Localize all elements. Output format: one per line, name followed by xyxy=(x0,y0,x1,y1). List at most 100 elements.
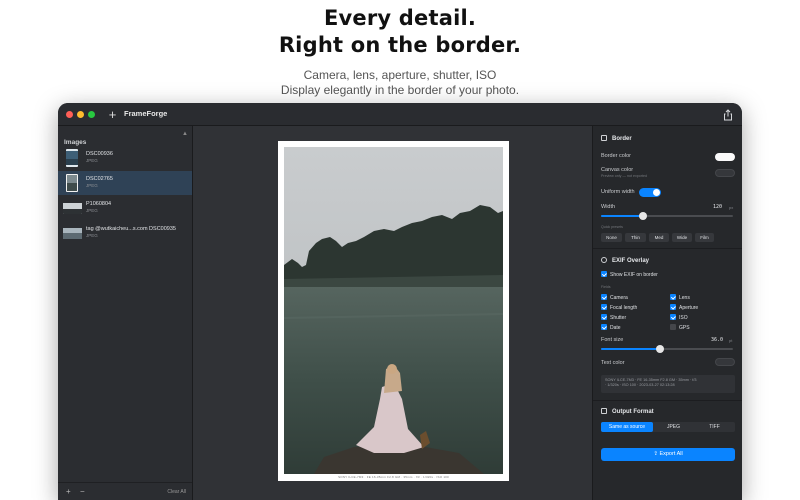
output-section-title: Output Format xyxy=(601,408,654,415)
preset-thin-button[interactable]: Thin xyxy=(625,233,646,242)
fields-label: Fields xyxy=(601,285,611,289)
file-type: JPEG xyxy=(86,158,98,163)
border-title: Border xyxy=(612,136,632,142)
font-size-unit: pt xyxy=(729,338,733,343)
border-section-title: Border xyxy=(601,135,632,142)
show-exif-label: Show EXIF on border xyxy=(610,272,658,278)
file-type: JPEG xyxy=(86,208,98,213)
uniform-width-toggle[interactable] xyxy=(639,188,661,197)
field-label: Lens xyxy=(679,295,690,301)
format-jpeg[interactable]: JPEG xyxy=(653,422,694,432)
exif-section-title: EXIF Overlay xyxy=(601,257,649,264)
thumbnail-icon xyxy=(66,149,78,167)
export-all-label: Export All xyxy=(659,451,683,457)
file-item-dsc02765[interactable]: DSC02765 JPEG xyxy=(58,171,192,195)
clear-all-button[interactable]: Clear All xyxy=(167,489,186,495)
settings-panel: Border Border color Canvas color Preview… xyxy=(592,126,742,500)
font-size-slider[interactable] xyxy=(601,345,733,353)
width-slider-fill xyxy=(601,215,643,217)
preset-med-button[interactable]: Med xyxy=(649,233,669,242)
border-icon xyxy=(601,135,607,141)
text-color-swatch[interactable] xyxy=(715,358,735,366)
field-shutter-checkbox[interactable]: Shutter xyxy=(601,314,626,321)
zoom-window-button[interactable] xyxy=(88,111,95,118)
field-label: Date xyxy=(610,325,621,331)
quick-presets-label: Quick presets xyxy=(601,225,623,229)
border-color-label: Border color xyxy=(601,153,631,159)
preset-wide-button[interactable]: Wide xyxy=(672,233,692,242)
field-label: Aperture xyxy=(679,305,699,311)
minimize-window-button[interactable] xyxy=(77,111,84,118)
canvas-color-swatch[interactable] xyxy=(715,169,735,177)
font-size-slider-fill xyxy=(601,348,660,350)
share-icon[interactable] xyxy=(722,108,734,121)
document-icon xyxy=(601,408,607,414)
thumbnail-icon xyxy=(66,174,78,192)
field-date-checkbox[interactable]: Date xyxy=(601,324,621,331)
border-color-swatch[interactable] xyxy=(715,153,735,161)
app-title: FrameForge xyxy=(124,109,168,118)
collapse-chevron-icon[interactable]: ▲ xyxy=(182,131,188,137)
preset-none-button[interactable]: None xyxy=(601,233,622,242)
app-window: + FrameForge Images ▲ DSC00936 JPEG DSC0… xyxy=(58,103,742,500)
text-color-label: Text color xyxy=(601,360,625,366)
field-label: ISO xyxy=(679,315,688,321)
file-type: JPEG xyxy=(86,233,98,238)
exif-title: EXIF Overlay xyxy=(612,258,650,264)
width-slider-handle[interactable] xyxy=(639,212,647,220)
add-image-button[interactable]: + xyxy=(105,107,120,122)
field-camera-checkbox[interactable]: Camera xyxy=(601,294,628,301)
file-name: DSC00936 xyxy=(86,151,113,157)
field-lens-checkbox[interactable]: Lens xyxy=(670,294,690,301)
exif-preview-line2: · 1/320s · ISO 100 · 2023-03-27 02:13:28 xyxy=(605,383,675,387)
width-unit: px xyxy=(729,205,734,210)
preset-film-button[interactable]: Film xyxy=(695,233,714,242)
close-window-button[interactable] xyxy=(66,111,73,118)
titlebar: + FrameForge xyxy=(58,103,742,126)
field-label: Shutter xyxy=(610,315,627,321)
section-divider xyxy=(593,248,742,249)
width-slider[interactable] xyxy=(601,212,733,220)
field-focal-length-checkbox[interactable]: Focal length xyxy=(601,304,637,311)
format-same-as-source[interactable]: Same as source xyxy=(601,422,653,432)
field-gps-checkbox[interactable]: GPS xyxy=(670,324,690,331)
file-name: tag @wutkaicheu...s.com DSC00935 xyxy=(86,226,176,232)
hero-subtitle-line2: Display elegantly in the border of your … xyxy=(280,83,520,97)
file-item-dsc00936[interactable]: DSC00936 JPEG xyxy=(58,146,192,170)
output-format-segmented: Same as source JPEG TIFF xyxy=(601,422,735,432)
images-header-label: Images xyxy=(64,139,87,146)
file-name: P1060804 xyxy=(86,201,112,207)
thumbnail-icon xyxy=(63,202,82,214)
width-label: Width xyxy=(601,204,616,210)
font-size-value: 36.0 xyxy=(711,337,724,343)
field-label: Focal length xyxy=(610,305,638,311)
hero-title-line1: Every detail. xyxy=(323,6,477,30)
photo-border-frame: SONY ILCE-7M3 · FE 16-35mm F2.8 GM · 35m… xyxy=(278,141,509,481)
remove-file-button[interactable]: − xyxy=(80,487,85,496)
add-file-button[interactable]: + xyxy=(66,487,71,496)
file-item-dsc00935[interactable]: tag @wutkaicheu...s.com DSC00935 JPEG xyxy=(58,221,192,245)
hero-title-line2: Right on the border. xyxy=(278,33,522,57)
font-size-slider-handle[interactable] xyxy=(656,345,664,353)
export-all-button[interactable]: ⇪ Export All xyxy=(601,448,735,461)
width-value: 120 xyxy=(713,204,723,210)
images-header: Images ▲ xyxy=(64,131,188,146)
canvas-color-label: Canvas color xyxy=(601,167,634,173)
border-exif-caption: SONY ILCE-7M3 · FE 16-35mm F2.8 GM · 35m… xyxy=(338,475,449,479)
file-type: JPEG xyxy=(86,183,98,188)
preview-photo xyxy=(284,147,503,474)
show-exif-checkbox[interactable]: Show EXIF on border xyxy=(601,271,658,278)
field-label: Camera xyxy=(610,295,628,301)
preview-canvas: SONY ILCE-7M3 · FE 16-35mm F2.8 GM · 35m… xyxy=(193,126,592,500)
file-item-p1060804[interactable]: P1060804 JPEG xyxy=(58,196,192,220)
field-iso-checkbox[interactable]: ISO xyxy=(670,314,688,321)
format-tiff[interactable]: TIFF xyxy=(694,422,735,432)
hero-subtitle-line1: Camera, lens, aperture, shutter, ISO xyxy=(303,68,497,82)
field-aperture-checkbox[interactable]: Aperture xyxy=(670,304,698,311)
sidebar: Images ▲ DSC00936 JPEG DSC02765 JPEG P10… xyxy=(58,126,193,500)
section-divider xyxy=(593,400,742,401)
file-name: DSC02765 xyxy=(86,176,113,182)
info-icon xyxy=(601,257,607,263)
field-label: GPS xyxy=(679,325,690,331)
canvas-color-note: Preview only — not exported xyxy=(601,174,647,178)
